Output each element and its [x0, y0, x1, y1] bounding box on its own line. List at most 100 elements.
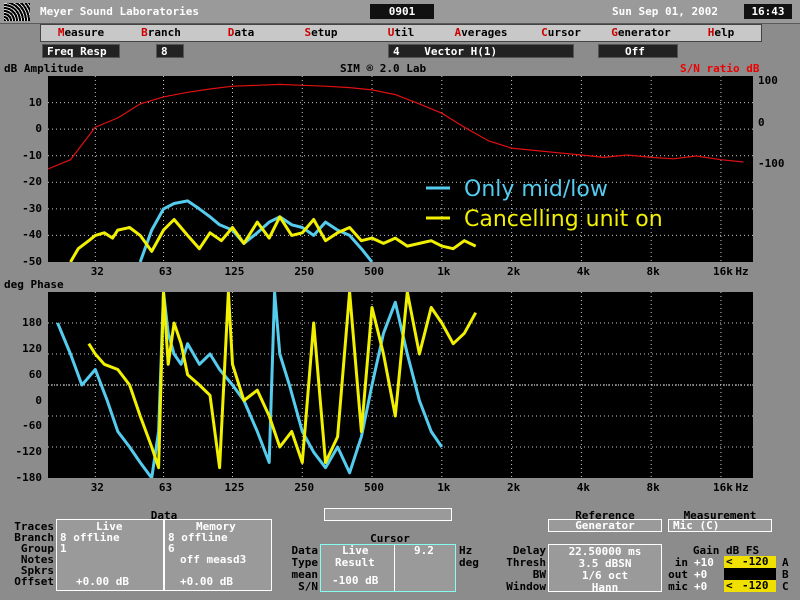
branch-number[interactable]: 8 [156, 44, 184, 58]
memory-value: +0.00 dB [180, 575, 233, 588]
amplitude-plot[interactable]: Only mid/low Cancelling unit on [47, 76, 753, 263]
menu-label: til [394, 26, 415, 39]
cursor-frequency: 9.2 [414, 544, 434, 557]
data-panel-divider [163, 520, 165, 590]
vector-display[interactable]: 4 Vector H(1) [388, 44, 574, 58]
level-chevron-icon: < [726, 555, 733, 568]
sim-analyzer-window: Meyer Sound Laboratories 0901 Sun Sep 01… [0, 0, 800, 600]
x-axis-tick: 4k [576, 265, 590, 278]
sn-ratio-y-tick: -100 [758, 157, 785, 170]
menu-hotkey: C [541, 26, 548, 39]
phase-y-tick: 0 [35, 393, 42, 407]
phase-plot[interactable] [48, 290, 753, 480]
data-row-label: Offset [14, 575, 54, 588]
phase-y-tick: -60 [22, 419, 42, 433]
menu-hotkey: B [141, 26, 148, 39]
x-axis-tick: 2k [506, 265, 521, 278]
meyer-logo-icon [4, 3, 30, 21]
x-axis-tick: 250 [294, 481, 315, 494]
cursor-value: -100 dB [332, 574, 379, 587]
setting-value: 1/6 oct [581, 569, 629, 582]
menu-label: etup [311, 26, 338, 39]
x-axis-tick: 63 [158, 265, 173, 278]
phase-axis-label: deg Phase [4, 278, 64, 291]
gain-value[interactable]: +0 [694, 569, 707, 580]
x-axis-tick: 8k [646, 265, 660, 278]
measurement-source[interactable]: Mic (C) [668, 519, 772, 532]
cursor-row-label: S/N [298, 580, 318, 593]
menu-hotkey: G [611, 26, 618, 39]
menu-item-measure[interactable]: Measure [41, 25, 121, 41]
generator-state[interactable]: Off [598, 44, 678, 58]
clock-display: 16:43 [744, 4, 792, 19]
sn-ratio-y-tick: 0 [758, 115, 765, 129]
cursor-readout-bar [324, 508, 452, 521]
cursor-panel-divider [394, 545, 395, 591]
channel-letter: A [782, 556, 789, 569]
menu-item-cursor[interactable]: Cursor [521, 25, 601, 41]
phase-y-tick: 120 [22, 341, 42, 355]
level-chevron-icon: < [726, 567, 733, 580]
menu-label: ursor [547, 26, 581, 39]
cursor-result: Result [335, 556, 375, 569]
sim-version-title: SIM ® 2.0 Lab [340, 62, 427, 75]
menu-bar: Measure Branch Data Setup Util Averages Cursor… [40, 24, 762, 42]
memory-value: 6 [168, 542, 175, 555]
sn-ratio-trace [47, 83, 744, 170]
cursor-deg-unit: deg [459, 556, 479, 569]
app-title: Meyer Sound Laboratories [40, 5, 199, 18]
menu-label: ata [234, 26, 255, 39]
x-axis-tick: 125 [224, 481, 245, 494]
reference-source[interactable]: Generator [548, 519, 662, 532]
document-id-field[interactable]: 0901 [370, 4, 434, 19]
vector-label: Vector H(1) [424, 45, 498, 58]
channel-letter: B [782, 568, 789, 581]
menu-item-averages[interactable]: Averages [441, 25, 521, 41]
cursor-hz-unit: Hz [459, 544, 473, 557]
phase-y-tick: -120 [15, 445, 43, 459]
x-axis-tick: 500 [364, 481, 384, 494]
x-axis-tick: 1k [437, 481, 451, 494]
cursor-live: Live [342, 544, 369, 557]
mode-display[interactable]: Freq Resp [42, 44, 120, 58]
amplitude-trace-cancelling-unit [69, 215, 477, 263]
gain-row-label: in [674, 556, 688, 569]
cursor-row-label: Type [291, 556, 319, 569]
amplitude-y-tick: -40 [22, 228, 42, 242]
setting-label: BW [532, 568, 546, 581]
menu-item-branch[interactable]: Branch [121, 25, 201, 41]
cursor-row-label: mean [291, 568, 319, 581]
live-value: +0.00 dB [76, 575, 129, 588]
amplitude-axis-label: dB Amplitude [4, 62, 84, 75]
amplitude-y-tick: -30 [22, 201, 42, 215]
menu-item-data[interactable]: Data [201, 25, 281, 41]
menu-label: elp [714, 26, 735, 39]
date-display: Sun Sep 01, 2002 [612, 5, 718, 18]
sn-ratio-y-tick: 100 [758, 74, 778, 87]
amplitude-y-tick: -20 [22, 175, 42, 189]
gain-value[interactable]: +0 [694, 581, 707, 592]
x-axis-tick: 500 [364, 265, 384, 278]
setting-value: Hann [591, 581, 619, 594]
vector-number: 4 [393, 45, 400, 58]
memory-value: off measd3 [180, 553, 247, 566]
menu-item-help[interactable]: Help [681, 25, 761, 41]
phase-chart-svg [48, 290, 753, 480]
menu-label: enerator [617, 26, 671, 39]
amplitude-y-tick: 0 [35, 122, 42, 136]
setting-label: Window [506, 580, 546, 593]
memory-value: 8 offline [168, 531, 228, 544]
menu-item-setup[interactable]: Setup [281, 25, 361, 41]
live-value: 8 offline [60, 531, 120, 544]
x-axis-tick: 1k [437, 265, 451, 278]
setting-value: 22.50000 ms [568, 545, 642, 558]
menu-item-generator[interactable]: Generator [601, 25, 681, 41]
setting-label: Thresh [506, 556, 546, 569]
legend-label-0: Only mid/low [464, 177, 608, 202]
phase-trace-cancelling-unit [87, 290, 478, 470]
gain-value[interactable]: +10 [694, 557, 714, 568]
x-axis-tick: 32 [90, 265, 104, 278]
level-value: -120 [742, 579, 769, 592]
menu-item-util[interactable]: Util [361, 25, 441, 41]
x-axis-tick: 63 [158, 481, 173, 494]
